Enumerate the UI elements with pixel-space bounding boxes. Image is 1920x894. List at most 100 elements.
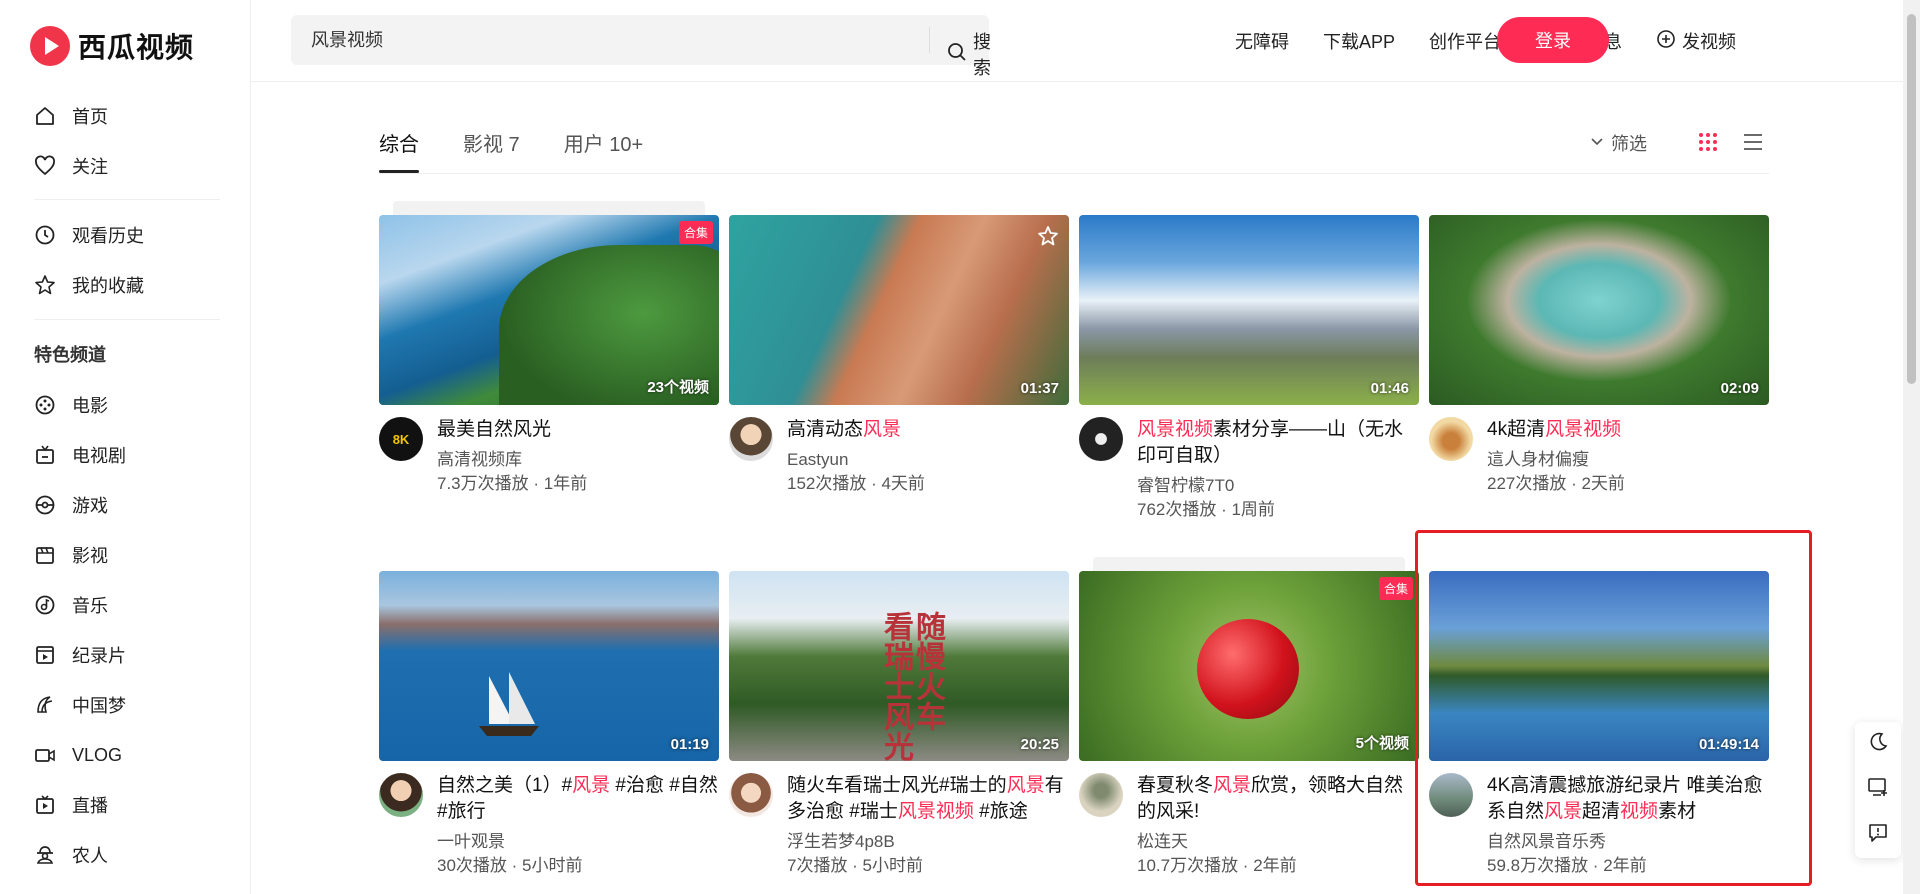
video-card[interactable]: 01:46 风景视频素材分享——山（无水印可自取） 睿智柠檬7T0 762次播放… [1079,215,1419,523]
video-title[interactable]: 高清动态风景 [787,417,1069,443]
video-author[interactable]: Eastyun [787,449,1069,471]
video-thumbnail[interactable]: 01:49:14 [1429,571,1769,761]
title-keyword-highlight: 风景视频 [1545,419,1622,440]
sidebar-item-label: 音乐 [72,596,108,616]
video-card[interactable]: 01:37 高清动态风景 Eastyun 152次播放 · 4天前 [729,215,1069,497]
sidebar-item-china-dream[interactable]: 中国梦 [34,690,126,720]
video-title[interactable]: 4K高清震撼旅游纪录片 唯美治愈系自然风景超清视频素材 [1487,773,1769,825]
avatar[interactable] [1079,773,1123,817]
video-thumbnail[interactable]: 合集 23个视频 [379,215,719,405]
filter-button[interactable]: 筛选 [1589,130,1647,156]
logo[interactable]: 西瓜视频 [30,26,194,66]
download-app-link[interactable]: 下载APP [1323,28,1395,54]
tab-users[interactable]: 用户 10+ [564,128,643,173]
camera-icon [34,744,56,766]
avatar[interactable] [1079,417,1123,461]
sidebar-item-farmer[interactable]: 农人 [34,840,108,870]
video-title[interactable]: 风景视频素材分享——山（无水印可自取） [1137,417,1419,469]
sidebar-item-favorites[interactable]: 我的收藏 [34,270,144,300]
sidebar-item-label: 关注 [72,157,108,177]
video-title[interactable]: 自然之美（1）#风景 #治愈 #自然 #旅行 [437,773,719,825]
video-thumbnail[interactable]: 01:19 [379,571,719,761]
video-author[interactable]: 高清视频库 [437,449,719,471]
video-card[interactable]: 01:49:14 4K高清震撼旅游纪录片 唯美治愈系自然风景超清视频素材 自然风… [1429,571,1769,879]
video-title[interactable]: 春夏秋冬风景欣赏，领略大自然的风采! [1137,773,1419,825]
video-thumbnail[interactable]: 合集 5个视频 [1079,571,1419,761]
sidebar-item-documentary[interactable]: 纪录片 [34,640,126,670]
avatar[interactable] [1429,773,1473,817]
list-view-icon[interactable] [1742,131,1764,158]
sidebar-item-music[interactable]: 音乐 [34,590,108,620]
video-thumbnail[interactable]: 01:37 [729,215,1069,405]
sidebar-item-history[interactable]: 观看历史 [34,220,144,250]
video-duration: 20:25 [1020,736,1059,753]
avatar[interactable] [729,417,773,461]
video-author[interactable]: 自然风景音乐秀 [1487,831,1769,853]
chevron-down-icon [1589,133,1605,154]
creator-platform-link[interactable]: 创作平台 [1429,28,1501,54]
tab-film[interactable]: 影视 7 [463,128,520,173]
scrollbar[interactable] [1903,0,1920,894]
sidebar-item-label: 我的收藏 [72,276,144,296]
grid-view-icon[interactable] [1697,131,1719,158]
sidebar-item-home[interactable]: 首页 [34,101,108,131]
sidebar-item-game[interactable]: 游戏 [34,490,108,520]
sidebar-item-follow[interactable]: 关注 [34,151,108,181]
search-button-label: 搜索 [973,32,991,78]
video-card[interactable]: 02:09 4k超清风景视频 這人身材偏瘦 227次播放 · 2天前 [1429,215,1769,497]
video-thumbnail[interactable]: 02:09 [1429,215,1769,405]
sidebar-item-movie[interactable]: 电影 [34,390,108,420]
avatar-8k-icon: 8K [392,431,410,447]
tab-all[interactable]: 综合 [379,128,419,173]
title-text: #旅途 [973,801,1028,822]
video-stats: 152次播放 · 4天前 [787,474,925,493]
sidebar-item-vlog[interactable]: VLOG [34,740,122,770]
video-author[interactable]: 一叶观景 [437,831,719,853]
accessibility-link[interactable]: 无障碍 [1235,28,1289,54]
title-keyword-highlight: 视频 [1620,801,1659,822]
search-input[interactable] [311,28,871,49]
video-card[interactable]: 合集 5个视频 春夏秋冬风景欣赏，领略大自然的风采! 松连天 10.7万次播放 … [1079,557,1419,879]
avatar[interactable] [1429,417,1473,461]
sidebar-item-label: VLOG [72,744,123,765]
sidebar-item-film[interactable]: 影视 [34,540,108,570]
video-author[interactable]: 這人身材偏瘦 [1487,449,1769,471]
video-duration: 01:46 [1370,380,1409,397]
login-button[interactable]: 登录 [1497,17,1609,63]
feedback-icon[interactable] [1867,822,1889,849]
sidebar-item-tv[interactable]: 电视剧 [34,440,126,470]
video-card[interactable]: 随慢火车 看瑞士风光 20:25 随火车看瑞士风光#瑞士的风景有多治愈 #瑞士风景… [729,571,1069,879]
avatar[interactable] [379,773,423,817]
sidebar-item-label: 直播 [72,796,108,816]
video-thumbnail[interactable]: 随慢火车 看瑞士风光 20:25 [729,571,1069,761]
title-keyword-highlight: 风景视频 [897,801,974,822]
video-thumbnail[interactable]: 01:46 [1079,215,1419,405]
sidebar-item-live[interactable]: 直播 [34,790,108,820]
video-card[interactable]: 01:19 自然之美（1）#风景 #治愈 #自然 #旅行 一叶观景 30次播放 … [379,571,719,879]
video-title[interactable]: 最美自然风光 [437,417,719,443]
video-stats: 7.3万次播放 · 1年前 [437,474,588,493]
video-title[interactable]: 4k超清风景视频 [1487,417,1769,443]
sidebar-item-label: 农人 [72,846,108,866]
video-duration: 02:09 [1720,380,1759,397]
search-bar: 搜索 [291,15,991,78]
title-keyword-highlight: 风景 [572,775,611,796]
video-duration: 01:19 [670,736,709,753]
scrollbar-thumb[interactable] [1907,14,1916,384]
video-author[interactable]: 浮生若梦4p8B [787,831,1069,853]
video-author[interactable]: 松连天 [1137,831,1419,853]
search-button[interactable]: 搜索 [947,28,991,80]
video-title[interactable]: 随火车看瑞士风光#瑞士的风景有多治愈 #瑞士风景视频 #旅途 [787,773,1069,825]
thumbnail-overlay-text: 随慢火车 看瑞士风光 [879,611,944,761]
video-card[interactable]: 合集 23个视频 8K 最美自然风光 高清视频库 7.3万次播放 · 1年前 [379,201,719,497]
avatar[interactable] [729,773,773,817]
sidebar-item-label: 影视 [72,546,108,566]
screen-add-icon[interactable] [1867,776,1889,803]
star-icon[interactable] [1037,225,1059,252]
logo-text: 西瓜视频 [78,32,195,63]
avatar[interactable]: 8K [379,417,423,461]
video-author[interactable]: 睿智柠檬7T0 [1137,475,1419,497]
dark-mode-icon[interactable] [1867,731,1889,758]
sidebar-item-label: 观看历史 [72,226,144,246]
upload-button[interactable]: 发视频 [1656,28,1736,54]
